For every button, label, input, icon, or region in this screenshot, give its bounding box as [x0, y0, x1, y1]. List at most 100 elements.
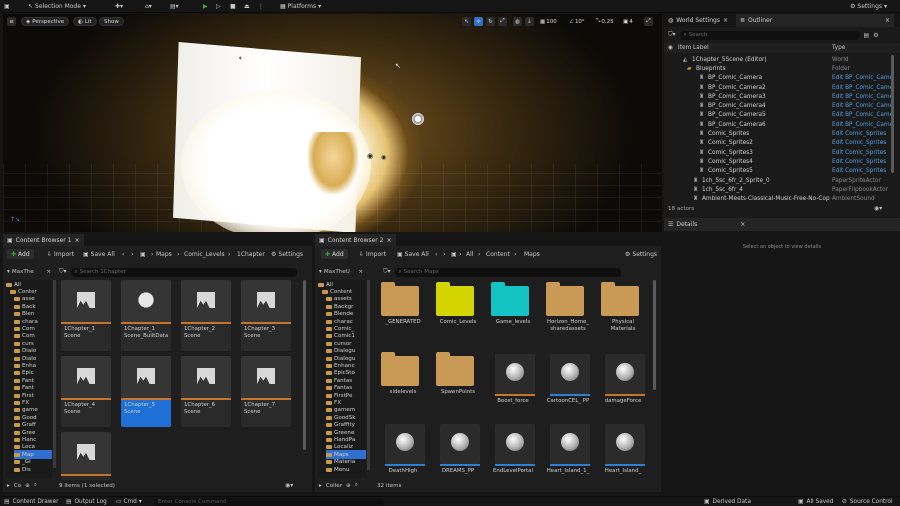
- folder-tile[interactable]: Horizon_Home_ sharedassets: [544, 282, 589, 338]
- back-icon[interactable]: ‹: [435, 251, 437, 258]
- close-icon[interactable]: ×: [358, 269, 363, 275]
- cmd-dropdown[interactable]: ▭ Cmd ▾: [116, 499, 142, 505]
- settings-dropdown[interactable]: ⚙ Settings ▾: [850, 1, 887, 11]
- asset-tile[interactable]: DREAMS_PP: [434, 422, 480, 478]
- tab-content-browser-2[interactable]: ▣ Content Browser 2 ×: [315, 234, 396, 246]
- light-source-icon[interactable]: [411, 112, 425, 126]
- outliner-search-input[interactable]: ⌕ Search: [679, 30, 860, 40]
- level-asset-tile[interactable]: 1Chapter_6 Scene: [181, 356, 231, 427]
- outliner-row[interactable]: ♜ BP_Comic_Camera6 Edit BP_Comic_Came: [664, 120, 893, 129]
- outliner-row[interactable]: ♜ 1ch_5sc_6fr_2_Sprite_0 PaperSpriteActor: [664, 176, 890, 185]
- outliner-row[interactable]: ♜ Comic_Sprites Edit Comic_Sprites: [664, 129, 890, 138]
- cb1-source-header[interactable]: ▾ MaxThe ×: [7, 267, 51, 277]
- outliner-row[interactable]: ♜ BP_Comic_Camera5 Edit BP_Comic_Came: [664, 111, 893, 120]
- tree-folder[interactable]: Dis: [14, 465, 52, 474]
- tab-content-browser-1[interactable]: ▣ Content Browser 1 ×: [3, 234, 84, 246]
- camera-icon[interactable]: ◉: [367, 152, 373, 160]
- breadcrumb-comic-levels[interactable]: Comic_Levels: [184, 251, 225, 258]
- viewport-menu-icon[interactable]: ≡: [7, 17, 16, 26]
- world-local-icon[interactable]: ◍: [513, 17, 522, 26]
- rotate-tool-icon[interactable]: ↻: [486, 17, 495, 26]
- outliner-row-type[interactable]: Edit Comic_Sprites: [832, 150, 886, 156]
- asset-tile[interactable]: CartoonCEL_ PP: [544, 352, 590, 408]
- level-asset-tile[interactable]: 1Chapter_3 Scene: [241, 280, 291, 351]
- outliner-row[interactable]: ♜ BP_Comic_Camera4 Edit BP_Comic_Came: [664, 102, 893, 111]
- cb2-tree-scrollbar[interactable]: [367, 280, 370, 470]
- filter-icon[interactable]: ⛉▾: [59, 268, 67, 276]
- outliner-row-type[interactable]: Edit BP_Comic_Came: [832, 122, 893, 128]
- folder-tile[interactable]: sidelevels: [379, 352, 423, 408]
- folder-tile[interactable]: Comic_Levels: [434, 282, 478, 338]
- add-folder-icon[interactable]: ▤: [864, 32, 870, 39]
- breadcrumb-all[interactable]: All: [466, 251, 473, 258]
- level-asset-tile[interactable]: 1Chapter_5 Scene: [121, 356, 171, 427]
- outliner-row[interactable]: ♜ 1ch_5sc_6fr_4 PaperFlipbookActor: [664, 185, 890, 194]
- view-options-icon[interactable]: ◉▾: [874, 205, 882, 212]
- save-all-button[interactable]: ▣ Save All: [83, 251, 115, 258]
- add-icon[interactable]: ⊕: [346, 483, 351, 489]
- folder-tile[interactable]: Game_levels: [489, 282, 533, 338]
- close-icon[interactable]: ×: [46, 269, 51, 275]
- outliner-row[interactable]: ♜ BP_Comic_Camera2 Edit BP_Comic_Came: [664, 83, 893, 92]
- tab-world-settings[interactable]: ◍ World Settings ×: [664, 14, 732, 27]
- filter-icon[interactable]: ⛉▾: [383, 268, 391, 276]
- asset-tile[interactable]: EndLevelPortal: [489, 422, 535, 478]
- show-button[interactable]: Show: [99, 17, 124, 26]
- outliner-row[interactable]: ◭ 1Chapter_5Scene (Editor) World: [664, 55, 890, 64]
- blueprint-icon[interactable]: ⌂▾: [145, 1, 152, 11]
- all-saved-button[interactable]: ▣ All Saved: [798, 499, 833, 505]
- select-tool-icon[interactable]: ↖: [462, 17, 471, 26]
- add-button[interactable]: ✚ Add: [7, 249, 34, 259]
- outliner-row[interactable]: ▰ Blueprints Folder: [664, 64, 890, 73]
- filter-icon[interactable]: ⛉▾: [668, 31, 676, 39]
- column-type[interactable]: Type: [832, 45, 845, 51]
- translate-tool-icon[interactable]: ✛: [474, 17, 483, 26]
- level-viewport[interactable]: 🔈︎ ↖ ◉ ◉ ↑↘ ≡ ◈ Perspective ◐ Lit Show ↖ ✛…: [3, 14, 662, 232]
- import-button[interactable]: ⇩ Import: [359, 251, 386, 258]
- settings-icon[interactable]: ⚙: [873, 32, 878, 39]
- maximize-viewport-icon[interactable]: ⤢: [644, 17, 653, 26]
- folder-tile[interactable]: Physical Materials: [599, 282, 643, 338]
- settings-button[interactable]: ⚙ Settings: [271, 251, 303, 258]
- outliner-row[interactable]: ♜ BP_Comic_Camera Edit BP_Comic_Came: [664, 74, 893, 83]
- level-asset-tile[interactable]: [61, 432, 111, 480]
- add-icon[interactable]: ⊕: [25, 483, 30, 489]
- level-asset-tile[interactable]: 1Chapter_2 Scene: [181, 280, 231, 351]
- derived-data-button[interactable]: ▣ Derived Data: [704, 499, 751, 505]
- close-icon[interactable]: ×: [723, 17, 728, 24]
- close-icon[interactable]: ×: [386, 237, 391, 244]
- outliner-row-type[interactable]: Edit BP_Comic_Came: [832, 103, 893, 109]
- asset-tile[interactable]: damageForce: [599, 352, 645, 408]
- level-asset-tile[interactable]: 1Chapter_7 Scene: [241, 356, 291, 427]
- tab-outliner[interactable]: ≣ Outliner ×: [736, 14, 894, 27]
- column-item-label[interactable]: Item Label: [678, 45, 709, 51]
- outliner-row-type[interactable]: Edit Comic_Sprites: [832, 168, 886, 174]
- scale-tool-icon[interactable]: ⤢: [498, 17, 507, 26]
- outliner-row[interactable]: ♜ Comic_Sprites2 Edit Comic_Sprites: [664, 139, 890, 148]
- cb2-scrollbar[interactable]: [653, 280, 656, 390]
- outliner-row-type[interactable]: Edit Comic_Sprites: [832, 140, 886, 146]
- search-icon[interactable]: ⌕: [34, 482, 37, 489]
- add-actor-icon[interactable]: ✚▾: [115, 1, 123, 11]
- sprite-figure[interactable]: [308, 132, 358, 194]
- stop-button[interactable]: ■: [230, 1, 236, 11]
- level-asset-tile[interactable]: 1Chapter_1 Scene_BuiltData: [121, 280, 171, 351]
- scale-snap[interactable]: ⤡ 0.25: [596, 17, 614, 26]
- asset-tile[interactable]: Boost_force: [489, 352, 535, 408]
- source-control-button[interactable]: ⊘ Source Control: [842, 499, 893, 505]
- outliner-row-type[interactable]: Edit BP_Comic_Came: [832, 94, 893, 100]
- level-asset-tile[interactable]: 1Chapter_1 Scene: [61, 280, 111, 351]
- back-icon[interactable]: ‹: [122, 251, 124, 258]
- close-icon[interactable]: ×: [885, 17, 890, 24]
- asset-tile[interactable]: DeathHigh: [379, 422, 425, 478]
- play-button[interactable]: ▶: [203, 1, 208, 11]
- save-all-button[interactable]: ▣ Save All: [397, 251, 429, 258]
- outliner-row[interactable]: ♜ Comic_Sprites5 Edit Comic_Sprites: [664, 167, 890, 176]
- cinematics-icon[interactable]: ▤▾: [170, 1, 179, 11]
- cb1-scrollbar[interactable]: [303, 280, 306, 450]
- cb1-search-input[interactable]: ⌕ Search 1Chapter: [70, 267, 297, 277]
- play-options-icon[interactable]: ▷: [216, 1, 221, 11]
- cb2-collections[interactable]: ▸ Coller ⊕ ⌕: [319, 482, 358, 489]
- audio-icon[interactable]: 🔈︎: [239, 54, 243, 63]
- tab-details[interactable]: ☰ Details ×: [664, 218, 900, 231]
